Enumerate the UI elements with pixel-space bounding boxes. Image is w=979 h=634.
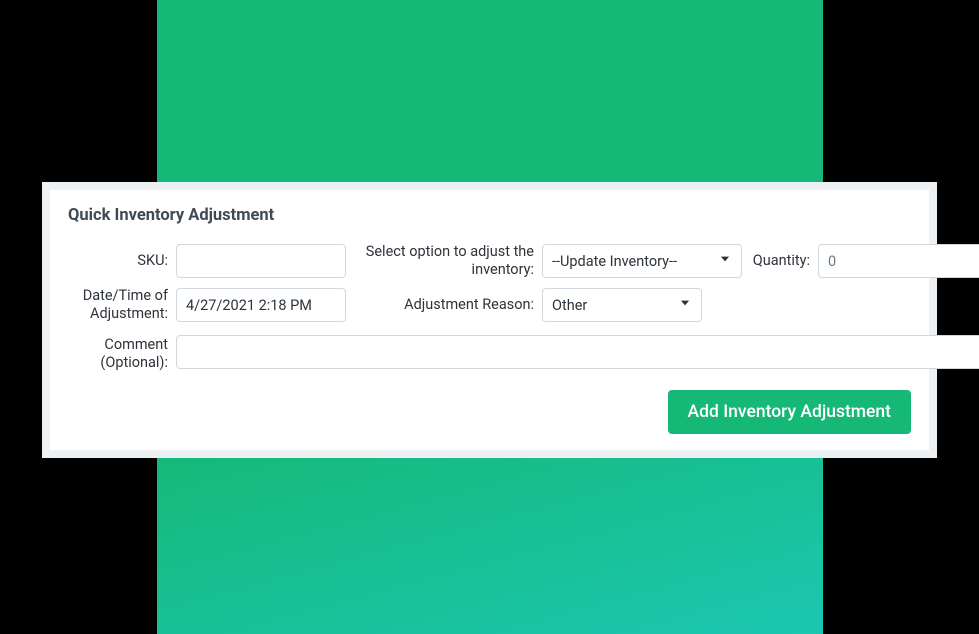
panel-title: Quick Inventory Adjustment xyxy=(68,206,911,225)
comment-label: Comment (Optional): xyxy=(68,332,168,372)
comment-textarea[interactable] xyxy=(176,335,979,369)
reason-select-wrap: Other xyxy=(542,288,702,322)
add-inventory-adjustment-button[interactable]: Add Inventory Adjustment xyxy=(668,390,911,434)
panel-container: Quick Inventory Adjustment SKU: Select o… xyxy=(42,182,937,458)
button-row: Add Inventory Adjustment xyxy=(68,390,911,434)
quantity-label: Quantity: xyxy=(750,252,810,270)
datetime-input[interactable] xyxy=(176,288,346,322)
inventory-option-select[interactable]: --Update Inventory-- xyxy=(542,244,742,278)
quick-inventory-panel: Quick Inventory Adjustment SKU: Select o… xyxy=(50,190,929,450)
quantity-input[interactable] xyxy=(818,244,979,278)
reason-label: Adjustment Reason: xyxy=(354,296,534,314)
form-grid: SKU: Select option to adjust the invento… xyxy=(68,243,911,372)
datetime-label: Date/Time of Adjustment: xyxy=(68,287,168,323)
inventory-option-label: Select option to adjust the inventory: xyxy=(354,243,534,279)
sku-input[interactable] xyxy=(176,244,346,278)
reason-select[interactable]: Other xyxy=(542,288,702,322)
sku-label: SKU: xyxy=(68,252,168,270)
inventory-option-select-wrap: --Update Inventory-- xyxy=(542,244,742,278)
